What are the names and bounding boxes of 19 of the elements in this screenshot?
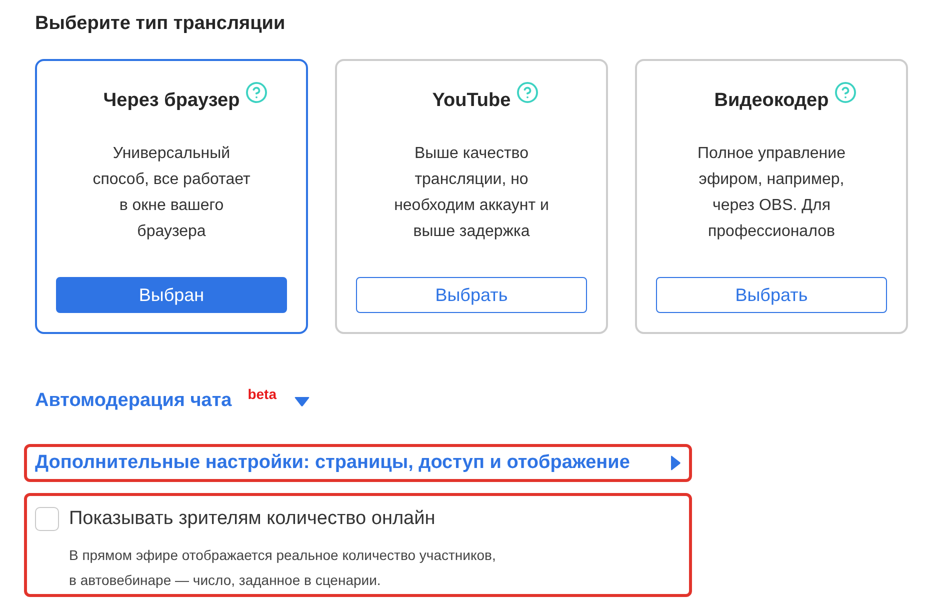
card-description: Полное управление эфиром, например, через OBS. Для профессионалов bbox=[698, 144, 846, 242]
card-title: YouTube bbox=[432, 90, 511, 112]
card-description: Универсальный способ, все работает в окне вашего браузера bbox=[92, 144, 250, 242]
help-icon[interactable] bbox=[834, 82, 856, 103]
select-button[interactable]: Выбрать bbox=[656, 277, 887, 313]
help-icon[interactable] bbox=[246, 82, 267, 103]
beta-label: beta bbox=[248, 387, 277, 401]
hint-text: В прямом эфире отображается реальное количество участников, в автовебинаре — число, заданное в сценарии. bbox=[69, 546, 497, 590]
card-title: Видеокодер bbox=[714, 90, 829, 112]
select-button[interactable]: Выбран bbox=[56, 277, 287, 313]
card-title: Через браузер bbox=[103, 90, 240, 112]
help-icon[interactable] bbox=[516, 82, 538, 103]
select-button[interactable]: Выбрать bbox=[356, 277, 587, 313]
checkbox[interactable] bbox=[35, 507, 59, 531]
section-toggle[interactable]: Дополнительные настройки: страницы, доступ и отображение bbox=[35, 447, 681, 479]
page-heading: Выберите тип трансляции bbox=[35, 12, 286, 36]
card-description: Выше качество трансляции, но необходим аккаунт и выше задержка bbox=[394, 144, 549, 242]
checkbox-label[interactable]: Показывать зрителям количество онлайн bbox=[69, 507, 436, 531]
section-toggle[interactable]: Автомодерация чата beta bbox=[35, 385, 310, 417]
